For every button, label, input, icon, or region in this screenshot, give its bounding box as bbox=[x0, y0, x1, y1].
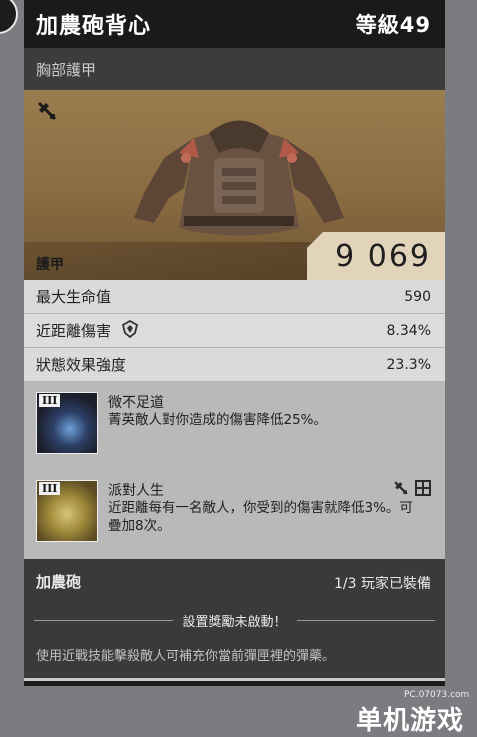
grid-slot-icon bbox=[415, 480, 431, 500]
set-bonus-divider: 設置獎勵未啟動！ bbox=[34, 611, 436, 630]
stat-value: 8.34% bbox=[386, 322, 431, 339]
gear-set-panel: 加農砲 1/3 玩家已裝備 設置獎勵未啟動！ 使用近戰技能擊殺敵人可補充你當前彈… bbox=[24, 559, 445, 681]
talent-tier-badge: III bbox=[39, 394, 61, 407]
talent-name: 微不足道 bbox=[108, 395, 164, 411]
stat-row: 狀態效果強度 23.3% bbox=[24, 348, 445, 382]
stat-label: 近距離傷害 bbox=[36, 322, 112, 340]
armor-label: 護甲 bbox=[36, 257, 64, 273]
mods-icon bbox=[393, 480, 409, 500]
back-button[interactable] bbox=[0, 0, 18, 34]
gear-set-count: 1/3 玩家已裝備 bbox=[334, 576, 431, 592]
melee-shield-icon bbox=[121, 319, 139, 342]
item-name: 加農砲背心 bbox=[36, 14, 152, 39]
talent-name: 派對人生 bbox=[108, 483, 164, 499]
armor-value: 9 069 bbox=[335, 238, 431, 274]
item-tooltip-card: 加農砲背心 等級49 胸部護甲 護甲 9 069 最大生命值 590 近距離傷害… bbox=[24, 0, 445, 686]
stat-label: 最大生命值 bbox=[36, 288, 112, 306]
stat-label: 狀態效果強度 bbox=[36, 356, 127, 374]
talent-item[interactable]: III 派對人生 近距離每有一名敵人，你受到的傷害就降低3%。可疊加8次。 bbox=[36, 480, 433, 546]
stat-row: 最大生命值 590 bbox=[24, 280, 445, 314]
armor-value-box: 9 069 bbox=[307, 232, 445, 280]
talent-tier-badge: III bbox=[39, 482, 61, 495]
set-bonus-status: 設置獎勵未啟動！ bbox=[182, 615, 287, 630]
gear-set-description: 使用近戰技能擊殺敵人可補充你當前彈匣裡的彈藥。 bbox=[36, 649, 336, 664]
talent-description: 菁英敵人對你造成的傷害降低25%。 bbox=[108, 412, 328, 428]
armor-jacket-image bbox=[134, 120, 344, 236]
talent-icons bbox=[393, 480, 431, 500]
talent-description: 近距離每有一名敵人，你受到的傷害就降低3%。可疊加8次。 bbox=[108, 500, 413, 534]
stat-value: 590 bbox=[404, 288, 431, 305]
item-level: 等級49 bbox=[355, 13, 431, 37]
stat-value: 23.3% bbox=[386, 356, 431, 373]
talent-item[interactable]: III 微不足道 菁英敵人對你造成的傷害降低25%。 bbox=[36, 392, 433, 458]
item-header: 加農砲背心 等級49 bbox=[24, 0, 445, 48]
item-slot-label: 胸部護甲 bbox=[36, 60, 97, 79]
talent-thumbnail: III bbox=[36, 392, 98, 454]
watermark-site: PC.07073.com bbox=[404, 690, 470, 700]
talent-thumbnail: III bbox=[36, 480, 98, 542]
item-preview: 護甲 9 069 bbox=[24, 90, 445, 280]
talent-list: III 微不足道 菁英敵人對你造成的傷害降低25%。 III 派對人生 近距離每… bbox=[24, 382, 445, 559]
stat-row: 近距離傷害 8.34% bbox=[24, 314, 445, 348]
gear-set-name: 加農砲 bbox=[36, 573, 82, 591]
item-slot: 胸部護甲 bbox=[24, 48, 445, 90]
mods-icon bbox=[36, 100, 58, 127]
watermark-brand: 单机游戏 bbox=[356, 706, 465, 736]
